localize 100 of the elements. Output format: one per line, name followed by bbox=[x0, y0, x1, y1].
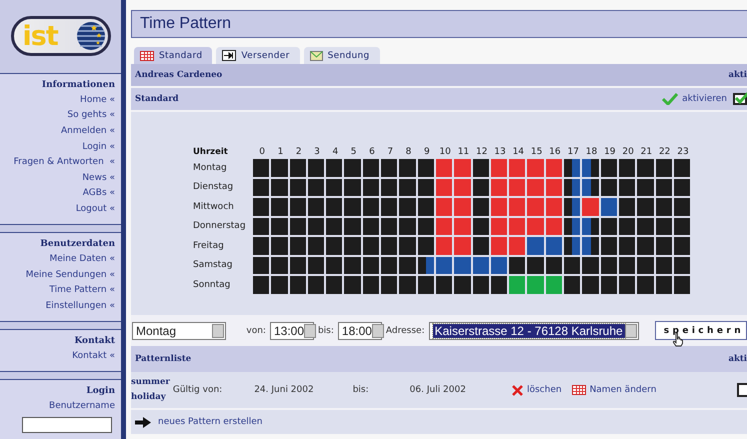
time-slot[interactable] bbox=[290, 178, 306, 196]
time-slot[interactable] bbox=[362, 159, 380, 176]
time-slot[interactable] bbox=[600, 159, 617, 176]
time-slot[interactable] bbox=[472, 218, 489, 235]
time-slot[interactable] bbox=[564, 178, 580, 196]
time-slot[interactable] bbox=[381, 218, 398, 235]
time-slot[interactable] bbox=[308, 218, 324, 235]
time-slot[interactable] bbox=[253, 178, 270, 196]
nav-link[interactable]: Meine Daten « bbox=[50, 252, 115, 268]
nav-link[interactable]: Logout « bbox=[76, 202, 115, 218]
time-slot[interactable] bbox=[656, 159, 672, 176]
delete-link[interactable]: löschen bbox=[512, 384, 562, 396]
time-slot[interactable] bbox=[436, 276, 452, 294]
new-pattern-link[interactable]: neues Pattern erstellen bbox=[158, 417, 263, 427]
time-slot[interactable] bbox=[564, 218, 580, 235]
nav-link[interactable]: AGBs « bbox=[82, 186, 115, 202]
time-slot[interactable] bbox=[326, 237, 342, 254]
time-slot[interactable] bbox=[564, 276, 580, 294]
tab[interactable]: Sendung bbox=[304, 47, 380, 64]
time-slot[interactable] bbox=[582, 178, 599, 196]
nav-link[interactable]: Meine Sendungen « bbox=[26, 268, 115, 284]
nav-link[interactable]: Home « bbox=[80, 92, 115, 108]
nav-link[interactable]: Kontakt « bbox=[72, 349, 115, 365]
address-select[interactable]: Kaiserstrasse 12 - 76128 Karlsruhe bbox=[428, 322, 639, 340]
time-slot[interactable] bbox=[600, 237, 617, 254]
time-slot[interactable] bbox=[271, 178, 288, 196]
nav-link[interactable]: So gehts « bbox=[67, 108, 115, 124]
time-slot[interactable] bbox=[637, 256, 654, 274]
time-slot[interactable] bbox=[290, 237, 306, 254]
time-slot[interactable] bbox=[326, 159, 342, 176]
time-slot[interactable] bbox=[290, 276, 306, 294]
nav-link[interactable]: Fragen & Antworten « bbox=[14, 155, 115, 171]
time-slot[interactable] bbox=[618, 159, 636, 176]
time-slot[interactable] bbox=[546, 237, 562, 254]
time-slot[interactable] bbox=[674, 256, 690, 274]
time-slot[interactable] bbox=[564, 256, 580, 274]
time-slot[interactable] bbox=[253, 276, 270, 294]
time-slot[interactable] bbox=[472, 178, 489, 196]
time-slot[interactable] bbox=[344, 256, 361, 274]
time-slot[interactable] bbox=[618, 237, 636, 254]
time-slot[interactable] bbox=[674, 178, 690, 196]
time-slot[interactable] bbox=[362, 218, 380, 235]
time-slot[interactable] bbox=[472, 237, 489, 254]
time-slot[interactable] bbox=[600, 276, 617, 294]
checkbox[interactable] bbox=[737, 383, 747, 397]
time-slot[interactable] bbox=[399, 218, 416, 235]
time-slot[interactable] bbox=[381, 256, 398, 274]
checkbox[interactable] bbox=[733, 93, 747, 105]
time-slot[interactable] bbox=[674, 276, 690, 294]
time-slot[interactable] bbox=[418, 198, 434, 216]
nav-link[interactable]: Einstellungen « bbox=[46, 298, 115, 315]
time-slot[interactable] bbox=[308, 159, 324, 176]
time-slot[interactable] bbox=[618, 198, 636, 216]
time-slot[interactable] bbox=[472, 198, 489, 216]
nav-link[interactable]: Anmelden « bbox=[61, 124, 115, 140]
username-field[interactable] bbox=[22, 417, 112, 434]
time-slot[interactable] bbox=[564, 159, 580, 176]
time-slot[interactable] bbox=[381, 276, 398, 294]
time-slot[interactable] bbox=[618, 276, 636, 294]
time-slot[interactable] bbox=[326, 256, 342, 274]
time-slot[interactable] bbox=[527, 256, 544, 274]
time-slot[interactable] bbox=[600, 256, 617, 274]
time-slot[interactable] bbox=[637, 218, 654, 235]
time-slot[interactable] bbox=[618, 178, 636, 196]
time-slot[interactable] bbox=[253, 237, 270, 254]
nav-link[interactable]: News « bbox=[82, 170, 115, 186]
time-slot[interactable] bbox=[344, 178, 361, 196]
tab[interactable]: Standard bbox=[134, 47, 212, 64]
time-slot[interactable] bbox=[472, 256, 489, 274]
time-slot[interactable] bbox=[472, 276, 489, 294]
time-slot[interactable] bbox=[472, 159, 489, 176]
nav-link[interactable]: Login « bbox=[82, 140, 115, 156]
time-slot[interactable] bbox=[674, 198, 690, 216]
time-slot[interactable] bbox=[418, 276, 434, 294]
time-slot[interactable] bbox=[637, 178, 654, 196]
time-slot[interactable] bbox=[418, 256, 434, 274]
time-select[interactable]: 13:00 bbox=[270, 322, 314, 340]
rename-link[interactable]: Namen ändern bbox=[572, 385, 656, 395]
time-slot[interactable] bbox=[271, 218, 288, 235]
time-slot[interactable] bbox=[362, 256, 380, 274]
time-slot[interactable] bbox=[454, 256, 471, 274]
time-slot[interactable] bbox=[381, 198, 398, 216]
time-slot[interactable] bbox=[656, 237, 672, 254]
time-slot[interactable] bbox=[418, 159, 434, 176]
time-slot[interactable] bbox=[344, 218, 361, 235]
time-slot[interactable] bbox=[381, 178, 398, 196]
nav-link[interactable]: Time Pattern « bbox=[49, 283, 115, 299]
time-slot[interactable] bbox=[381, 159, 398, 176]
time-slot[interactable] bbox=[674, 159, 690, 176]
time-slot[interactable] bbox=[290, 159, 306, 176]
time-slot[interactable] bbox=[290, 218, 306, 235]
time-slot[interactable] bbox=[656, 198, 672, 216]
time-slot[interactable] bbox=[564, 237, 580, 254]
time-slot[interactable] bbox=[418, 218, 434, 235]
time-slot[interactable] bbox=[362, 276, 380, 294]
time-slot[interactable] bbox=[656, 218, 672, 235]
pattern-name[interactable]: summer holiday bbox=[131, 375, 170, 405]
time-slot[interactable] bbox=[381, 237, 398, 254]
time-slot[interactable] bbox=[308, 237, 324, 254]
time-slot[interactable] bbox=[308, 198, 324, 216]
